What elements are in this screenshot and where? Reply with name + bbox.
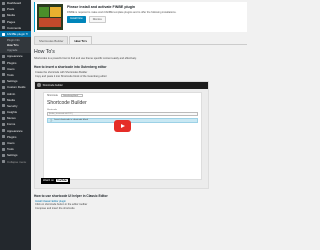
youtube-logo-icon: YouTube [55, 179, 68, 183]
video-select: Gutenberg block [60, 93, 83, 98]
plugin-thumbnail [37, 4, 63, 30]
watch-on-youtube[interactable]: Watch on YouTube [41, 177, 70, 184]
dismiss-button[interactable]: Dismiss [88, 15, 106, 23]
install-now-button[interactable]: Install Now [67, 15, 86, 23]
menu-icon [2, 116, 5, 120]
channel-avatar [37, 83, 41, 87]
section-gutenberg-title: How to insert a shortcode into Gutenberg… [34, 65, 107, 70]
plugin-notice: Please install and activate FINBE plugin… [34, 2, 247, 32]
classic-steps: Install Classic Editor plugin Click on s… [35, 200, 247, 211]
notice-title: Please install and activate FINBE plugin [67, 5, 136, 9]
video-header: Shortcode builder [35, 81, 208, 89]
wrench-icon [2, 147, 5, 151]
gutenberg-steps: Create the shortcode with Shortcodes Bui… [35, 71, 247, 78]
notice-text: FINBE is required to make work FANBE tem… [67, 10, 177, 14]
wrench-icon [2, 73, 5, 77]
tutorial-video[interactable]: Shortcode builder Shortcode Gutenberg bl… [34, 80, 209, 189]
sidebar-submenu: Plugin Info How To's Upgrade [0, 37, 31, 54]
page-intro: Shortcodes is a powerful tool to find an… [34, 57, 137, 60]
section-classic-title: How to use shortcode UI helper in Classi… [34, 193, 108, 198]
tab-bar: Shortcodes Builder How To's [34, 36, 247, 45]
list-item: Copy and paste it into Shortcode block o… [35, 75, 107, 78]
plug-icon [2, 61, 5, 65]
video-frame: Shortcode Gutenberg block Shortcode Buil… [43, 91, 202, 180]
comment-icon [2, 26, 5, 30]
users-icon [2, 67, 5, 71]
brush-icon [2, 54, 5, 58]
form-icon [2, 122, 5, 126]
video-input: [fanbe_shortcode id='120'] [47, 112, 198, 117]
collapse-menu-button[interactable]: Collapse menu [0, 159, 31, 165]
submenu-upgrade[interactable]: Upgrade [0, 48, 31, 53]
play-button[interactable] [114, 119, 131, 132]
media-icon [2, 13, 5, 17]
fields-icon [2, 85, 5, 89]
chart-icon [2, 110, 5, 114]
video-title: Shortcode builder [42, 83, 63, 87]
video-heading: Shortcode Builder [47, 100, 87, 107]
tab-shortcodes-builder[interactable]: Shortcodes Builder [34, 36, 69, 44]
brush-icon [2, 129, 5, 133]
pin-icon [2, 7, 5, 11]
collapse-icon [2, 160, 5, 164]
list-item: Compose and insert the shortcode [35, 206, 75, 210]
admin-icon [2, 92, 5, 96]
media-icon [2, 98, 5, 102]
info-icon: ⓘ [50, 120, 53, 123]
page-icon [2, 20, 5, 24]
users-icon [2, 141, 5, 145]
settings-icon [2, 79, 5, 83]
main-content: Please install and activate FINBE plugin… [31, 0, 250, 250]
tab-how-tos[interactable]: How To's [69, 36, 92, 44]
plug-icon [2, 135, 5, 139]
page-title: How To's [34, 49, 55, 55]
plugin-icon [2, 32, 5, 36]
video-row-label: Shortcode [47, 93, 58, 97]
dashboard-icon [2, 1, 5, 5]
shield-icon [2, 104, 5, 108]
admin-sidebar: Dashboard Posts Media Pages Comments FAN… [0, 0, 31, 250]
settings-icon [2, 153, 5, 157]
